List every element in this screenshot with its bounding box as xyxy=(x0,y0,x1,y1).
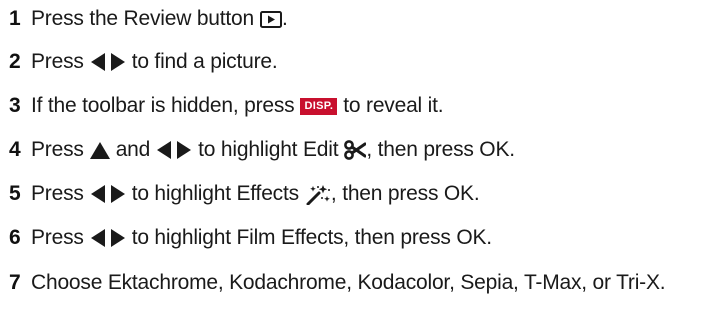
step-1: 1 Press the Review button . xyxy=(0,4,288,34)
scissors-icon xyxy=(344,140,367,160)
step-number: 4 xyxy=(9,138,21,161)
step-text-end: to highlight Edit xyxy=(198,138,339,161)
step-2: 2 Press to find a picture. xyxy=(0,47,278,77)
step-5: 5 Press to highlight Effects , then pres… xyxy=(0,179,480,209)
step-6: 6 Press to highlight Film Effects, then … xyxy=(0,223,492,253)
step-text: Press xyxy=(31,182,84,205)
magic-wand-sparkles-icon xyxy=(305,183,331,205)
step-text-end: . xyxy=(282,7,288,30)
review-button-icon xyxy=(260,10,283,28)
step-number: 5 xyxy=(9,182,21,205)
step-text: Press xyxy=(31,226,84,249)
step-number: 1 xyxy=(9,7,21,30)
step-text-tail: , then press OK. xyxy=(366,138,515,161)
step-text-end: to find a picture. xyxy=(131,50,278,73)
disp-button-icon: DISP. xyxy=(300,97,338,115)
step-text-end: to reveal it. xyxy=(343,94,444,117)
left-right-arrows-icon xyxy=(90,53,126,71)
step-text: Press xyxy=(31,50,84,73)
step-number: 6 xyxy=(9,226,21,249)
left-right-arrows-icon xyxy=(90,185,126,203)
step-4: 4 Press and to highlight Edit , then pre… xyxy=(0,135,515,165)
step-number: 2 xyxy=(9,50,21,73)
left-right-arrows-icon xyxy=(156,141,192,159)
instruction-steps: 1 Press the Review button . 2 Press to f… xyxy=(0,0,710,312)
step-3: 3 If the toolbar is hidden, press DISP. … xyxy=(0,91,444,121)
up-arrow-icon xyxy=(89,141,110,159)
step-text: Choose Ektachrome, Kodachrome, Kodacolor… xyxy=(31,271,666,294)
step-number: 7 xyxy=(9,271,21,294)
step-text: If the toolbar is hidden, press xyxy=(31,94,295,117)
step-text: Press the Review button xyxy=(31,7,255,30)
step-text-mid: and xyxy=(115,138,151,161)
left-right-arrows-icon xyxy=(90,229,126,247)
step-text: Press xyxy=(31,138,84,161)
step-text-tail: , then press OK. xyxy=(330,182,480,205)
step-number: 3 xyxy=(9,94,21,117)
step-7: 7 Choose Ektachrome, Kodachrome, Kodacol… xyxy=(0,268,666,298)
step-text-end: to highlight Effects xyxy=(131,182,299,205)
step-text-end: to highlight Film Effects, then press OK… xyxy=(131,226,492,249)
